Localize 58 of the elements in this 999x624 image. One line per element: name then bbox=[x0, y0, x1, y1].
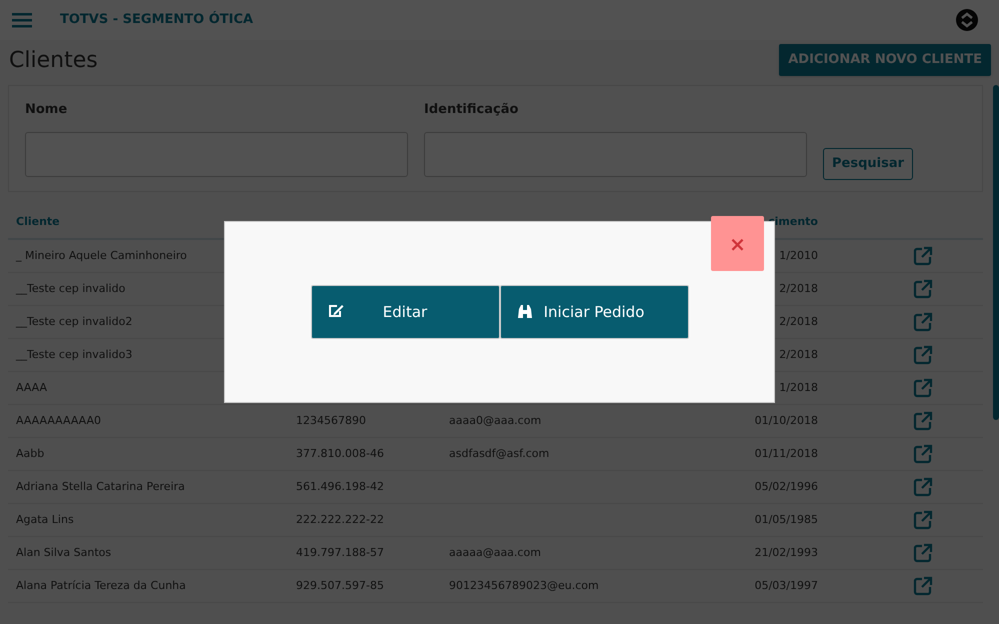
app-title: TOTVS - SEGMENTO ÓTICA bbox=[60, 10, 254, 30]
table-cell: 2/2018 bbox=[779, 314, 818, 328]
table-cell: 01/11/2018 bbox=[754, 446, 818, 460]
add-client-button[interactable]: ADICIONAR NOVO CLIENTE bbox=[779, 44, 991, 76]
table-cell: 419.797.188-57 bbox=[296, 546, 384, 559]
modal-action-button[interactable]: Iniciar Pedido bbox=[500, 285, 688, 339]
table-cell: 2/2018 bbox=[779, 282, 818, 295]
table-cell: 929.507.597-85 bbox=[296, 578, 384, 592]
table-cell: _ Mineiro Aquele Caminhoneiro bbox=[16, 248, 187, 262]
search-button[interactable]: Pesquisar bbox=[823, 148, 914, 180]
menu-icon[interactable] bbox=[12, 12, 32, 28]
field-label: Identificação bbox=[424, 101, 520, 119]
table-cell: 05/02/1996 bbox=[754, 480, 818, 493]
table-cell: __Teste cep invalido2 bbox=[16, 314, 132, 328]
table-cell: AAAA bbox=[16, 380, 48, 394]
external-link-icon[interactable] bbox=[913, 345, 933, 365]
table-cell: 222.222.222-22 bbox=[296, 512, 384, 526]
table-cell: 01/05/1985 bbox=[754, 512, 818, 526]
table-cell: Adriana Stella Catarina Pereira bbox=[16, 480, 185, 493]
external-link-icon[interactable] bbox=[913, 576, 933, 596]
external-link-icon[interactable] bbox=[913, 279, 933, 299]
external-link-icon[interactable] bbox=[913, 312, 933, 332]
table-cell: __Teste cep invalido bbox=[16, 282, 126, 295]
scrollbar[interactable] bbox=[993, 85, 999, 420]
table-cell: 01/10/2018 bbox=[754, 414, 818, 427]
table-cell: __Teste cep invalido3 bbox=[16, 348, 132, 361]
close-button[interactable]: × bbox=[711, 216, 764, 271]
table-cell: aaaaa@aaa.com bbox=[449, 546, 541, 559]
table-cell: 377.810.008-46 bbox=[296, 446, 384, 460]
table-cell: aaaa0@aaa.com bbox=[449, 414, 542, 427]
external-link-icon[interactable] bbox=[913, 444, 933, 464]
table-cell: 1234567890 bbox=[296, 414, 366, 427]
column-header: Cliente bbox=[15, 214, 61, 230]
table-cell: 561.496.198-42 bbox=[296, 480, 384, 493]
table-cell: 1/2018 bbox=[779, 380, 818, 394]
table-cell: 1/2010 bbox=[779, 248, 818, 262]
page-title: Clientes bbox=[9, 46, 98, 74]
external-link-icon[interactable] bbox=[913, 510, 933, 530]
logo-icon bbox=[955, 8, 979, 32]
table-cell: Alana Patrícia Tereza da Cunha bbox=[16, 578, 186, 592]
field-label: Nome bbox=[25, 101, 68, 119]
external-link-icon[interactable] bbox=[913, 477, 933, 497]
table-cell: Aabb bbox=[16, 446, 44, 460]
table-cell: 2/2018 bbox=[779, 348, 818, 361]
table-cell: 90123456789023@eu.com bbox=[449, 578, 599, 592]
table-cell: Agata Lins bbox=[16, 512, 74, 526]
table-cell: AAAAAAAAAA0 bbox=[16, 414, 102, 427]
table-cell: 05/03/1997 bbox=[754, 578, 818, 592]
external-link-icon[interactable] bbox=[913, 246, 933, 266]
table-cell: Alan Silva Santos bbox=[16, 546, 112, 559]
table-cell: 21/02/1993 bbox=[754, 546, 818, 559]
edit-icon bbox=[328, 304, 344, 318]
table-cell: asdfasdf@asf.com bbox=[449, 446, 550, 460]
external-link-icon[interactable] bbox=[913, 543, 933, 563]
modal-action-button[interactable]: Editar bbox=[310, 285, 500, 339]
external-link-icon[interactable] bbox=[913, 411, 933, 431]
external-link-icon[interactable] bbox=[913, 378, 933, 398]
binoculars-icon bbox=[516, 304, 532, 320]
